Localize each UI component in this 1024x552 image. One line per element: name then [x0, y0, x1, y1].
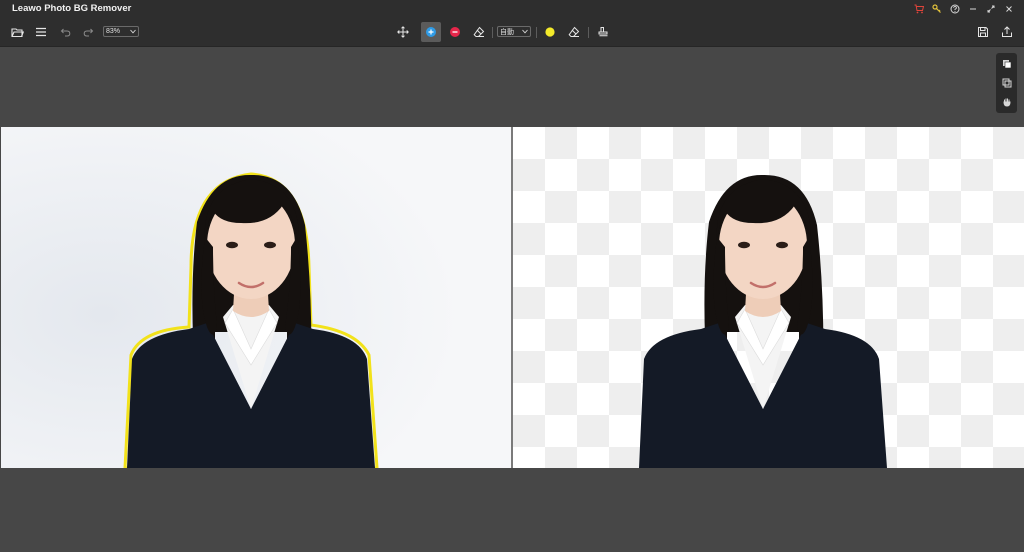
- remove-brush-button[interactable]: [446, 23, 464, 41]
- highlight-color-button[interactable]: [541, 23, 559, 41]
- export-icon[interactable]: [998, 23, 1016, 41]
- menu-icon[interactable]: [32, 23, 50, 41]
- stamp-icon[interactable]: [594, 23, 612, 41]
- toolbar-divider: [536, 27, 537, 38]
- eraser-icon[interactable]: [470, 23, 488, 41]
- app-title: Leawo Photo BG Remover: [12, 3, 132, 14]
- close-icon[interactable]: [1002, 2, 1016, 16]
- title-bar: Leawo Photo BG Remover: [0, 0, 1024, 18]
- toolbar: 83% 自動: [0, 18, 1024, 47]
- portrait-original: [1, 127, 511, 468]
- portrait-result: [639, 174, 887, 468]
- mode-value: 自動: [500, 28, 514, 36]
- keep-brush-button[interactable]: [421, 22, 441, 42]
- copy-view-icon[interactable]: [999, 56, 1014, 71]
- zoom-select[interactable]: 83%: [103, 26, 139, 37]
- restore-icon[interactable]: [984, 2, 998, 16]
- hand-pan-icon[interactable]: [999, 94, 1014, 109]
- toolbar-divider: [588, 27, 589, 38]
- save-icon[interactable]: [974, 23, 992, 41]
- undo-icon[interactable]: [56, 23, 74, 41]
- chevron-down-icon: [130, 29, 136, 34]
- chevron-down-icon: [522, 29, 528, 34]
- plus-circle-icon: [426, 27, 436, 37]
- open-folder-icon[interactable]: [8, 23, 26, 41]
- cart-icon[interactable]: [912, 2, 926, 16]
- minus-circle-icon: [450, 27, 460, 37]
- result-image-canvas[interactable]: [513, 127, 1024, 468]
- window-controls: [912, 2, 1016, 16]
- view-mode-panel: [996, 53, 1017, 113]
- mode-select[interactable]: 自動: [497, 26, 531, 37]
- redo-icon[interactable]: [79, 23, 97, 41]
- key-icon[interactable]: [930, 2, 944, 16]
- original-image-canvas[interactable]: [1, 127, 511, 468]
- minimize-icon[interactable]: [966, 2, 980, 16]
- move-tool-icon[interactable]: [394, 23, 412, 41]
- overlay-view-icon[interactable]: [999, 75, 1014, 90]
- yellow-dot-icon: [545, 27, 555, 37]
- help-icon[interactable]: [948, 2, 962, 16]
- zoom-value: 83%: [106, 28, 121, 35]
- clear-eraser-icon[interactable]: [565, 23, 583, 41]
- toolbar-divider: [492, 27, 493, 38]
